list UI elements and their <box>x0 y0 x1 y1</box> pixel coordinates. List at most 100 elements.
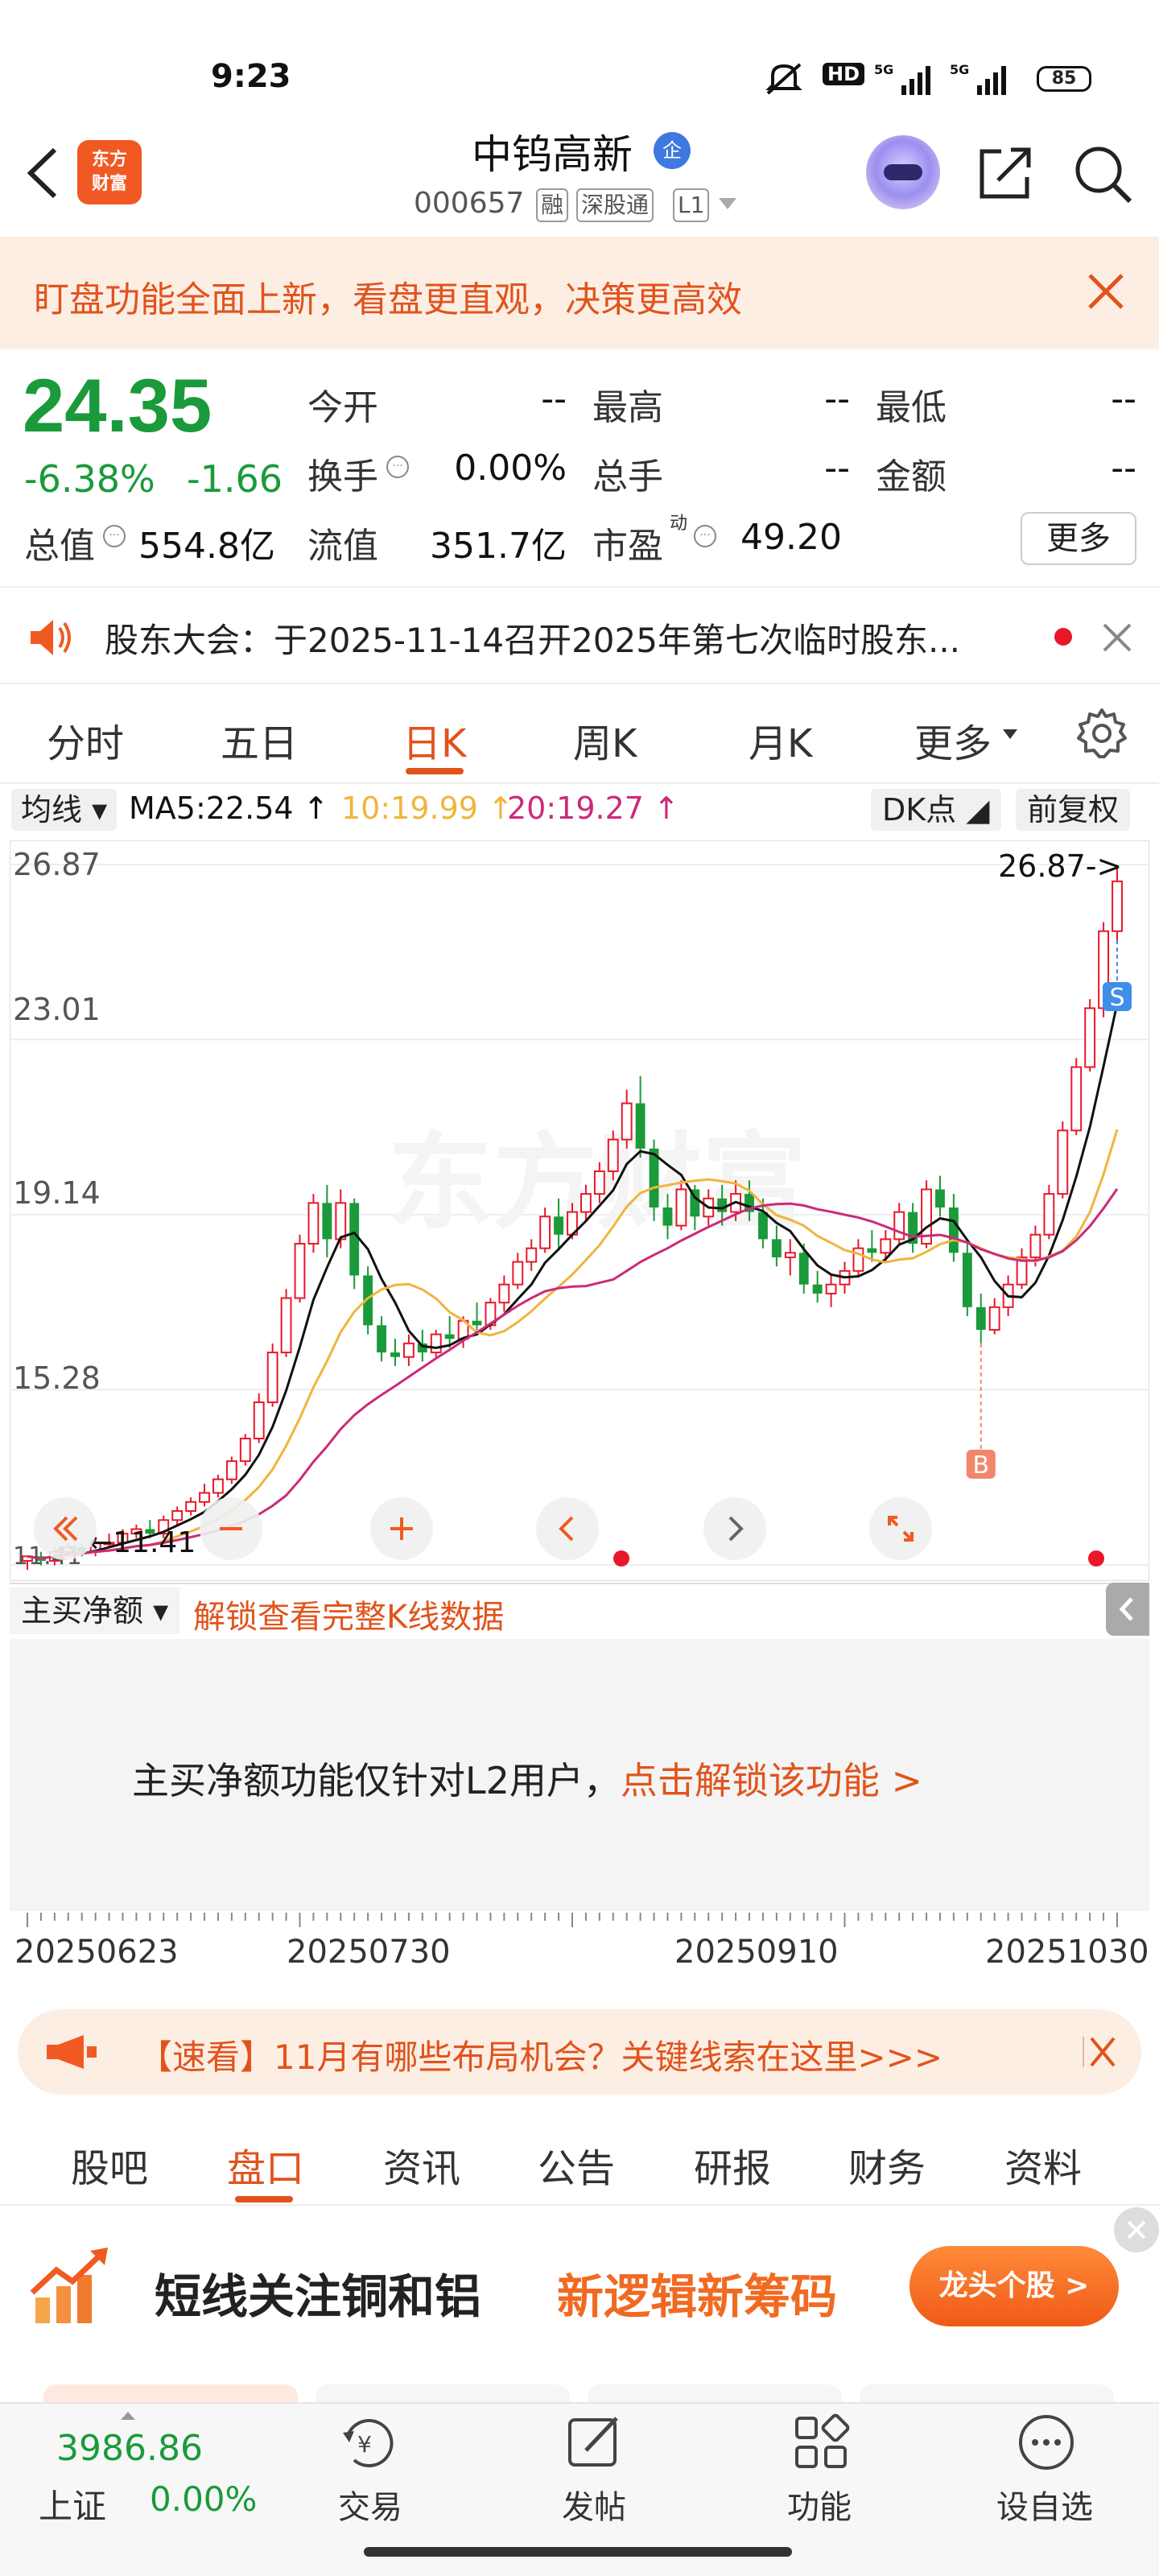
date-axis <box>27 1913 1118 1927</box>
step-right-button[interactable] <box>703 1497 766 1560</box>
candle <box>1084 999 1096 1072</box>
svg-text:5G: 5G <box>874 62 893 77</box>
info-icon[interactable]: ··· <box>103 525 126 547</box>
candle <box>962 1244 972 1317</box>
ad-cta-button[interactable]: 龙头个股 > <box>909 2246 1119 2326</box>
nav-trade-label[interactable]: 交易 <box>338 2481 402 2528</box>
nav-post-label[interactable]: 发帖 <box>562 2481 626 2528</box>
ad-title[interactable]: 短线关注铜和铝 <box>155 2259 481 2326</box>
tab-daily-k[interactable]: 日K <box>402 712 466 768</box>
total-cap-value: 554.8亿 <box>138 526 275 567</box>
battery-icon: 85 <box>1037 66 1091 92</box>
grid-icon[interactable] <box>790 2412 852 2473</box>
close-icon[interactable] <box>1082 267 1130 316</box>
nav-function-label[interactable]: 功能 <box>787 2481 852 2528</box>
index-name[interactable]: 上证 <box>39 2479 106 2529</box>
step-left-button[interactable] <box>536 1497 599 1560</box>
dk-point-button[interactable]: DK点 ◢ <box>871 789 1001 831</box>
change-percent: -6.38% <box>24 457 155 501</box>
trade-icon[interactable]: ¥ <box>338 2412 399 2473</box>
tab-financials[interactable]: 财务 <box>848 2136 926 2193</box>
back-icon[interactable] <box>23 145 64 201</box>
index-percent[interactable]: 0.00% <box>150 2479 257 2519</box>
ai-assistant-icon[interactable] <box>866 135 940 209</box>
tag-margin: 融 <box>536 188 569 222</box>
adjust-button[interactable]: 前复权 <box>1016 789 1131 831</box>
event-dot[interactable] <box>1088 1550 1104 1567</box>
low-value: -- <box>1111 378 1136 419</box>
tab-announcements[interactable]: 公告 <box>538 2136 615 2193</box>
close-icon[interactable] <box>1080 2033 1117 2070</box>
tab-five-day[interactable]: 五日 <box>221 712 298 768</box>
notice-text: 盯盘功能全面上新，看盘更直观，决策更高效 <box>34 279 742 320</box>
scroll-left-button[interactable] <box>34 1497 97 1560</box>
candle <box>225 1456 237 1484</box>
unlock-link[interactable]: 点击解锁该功能 > <box>621 1759 922 1802</box>
amount-label: 金额 <box>876 456 947 497</box>
tab-forum[interactable]: 股吧 <box>71 2136 148 2193</box>
fullscreen-button[interactable] <box>869 1497 932 1560</box>
x-tick-label: 20250730 <box>287 1934 451 1971</box>
float-cap-label: 流值 <box>307 526 378 567</box>
promo-banner[interactable]: 【速看】11月有哪些布局机会？关键线索在这里>>> <box>18 2009 1141 2095</box>
home-indicator[interactable] <box>364 2547 792 2557</box>
indicator-locked-message[interactable]: 主买净额功能仅针对L2用户，点击解锁该功能 > <box>132 1752 922 1805</box>
open-label: 今开 <box>307 387 378 428</box>
tab-news[interactable]: 资讯 <box>383 2136 460 2193</box>
close-icon[interactable] <box>1099 620 1135 655</box>
last-price: 24.35 <box>23 363 212 448</box>
event-dot[interactable] <box>613 1550 629 1567</box>
tab-intraday[interactable]: 分时 <box>47 712 124 768</box>
index-value[interactable]: 3986.86 <box>56 2428 203 2469</box>
high-value: -- <box>824 378 850 419</box>
chevron-up-icon[interactable] <box>121 2412 135 2420</box>
chevron-down-icon <box>1003 729 1017 739</box>
volume-label: 总手 <box>592 456 663 497</box>
candle <box>280 1289 292 1357</box>
announcement-bar[interactable]: 股东大会：于2025-11-14召开2025年第七次临时股东... <box>0 586 1159 684</box>
kline-chart[interactable]: 东方财富 BS <box>10 840 1149 1581</box>
tag-connect: 深股通 <box>576 188 654 222</box>
more-button[interactable]: 更多 <box>1021 512 1136 565</box>
x-tick-label: 20251030 <box>985 1934 1149 1971</box>
gear-icon[interactable] <box>1075 707 1128 760</box>
candle <box>349 1198 360 1290</box>
tab-weekly-k[interactable]: 周K <box>573 712 637 768</box>
search-icon[interactable] <box>1070 142 1135 206</box>
tab-monthly-k[interactable]: 月K <box>749 712 812 768</box>
amount-value: -- <box>1111 448 1136 489</box>
ma-type-select[interactable]: 均线 ▾ <box>11 789 118 831</box>
open-value: -- <box>541 378 567 419</box>
zoom-out-button[interactable] <box>200 1497 262 1560</box>
total-cap-label: 总值 <box>24 526 95 567</box>
more-icon[interactable] <box>1016 2412 1077 2473</box>
tab-research[interactable]: 研报 <box>694 2136 771 2193</box>
close-icon[interactable] <box>1114 2207 1159 2252</box>
float-cap-value: 351.7亿 <box>430 526 567 567</box>
ma5-value: MA5:22.54 ↑ <box>129 791 329 826</box>
tab-profile[interactable]: 资料 <box>1004 2136 1082 2193</box>
post-icon[interactable] <box>563 2412 625 2473</box>
brand-logo: 东方 财富 <box>77 140 142 204</box>
info-icon[interactable]: ··· <box>694 525 716 547</box>
ad-subtitle[interactable]: 新逻辑新筹码 <box>557 2259 837 2326</box>
candle <box>266 1343 278 1407</box>
promo-text: 【速看】11月有哪些布局机会？关键线索在这里>>> <box>138 2037 943 2077</box>
svg-text:¥: ¥ <box>357 2431 372 2458</box>
candle <box>294 1234 306 1303</box>
zoom-in-button[interactable] <box>370 1497 433 1560</box>
nav-watchlist-label[interactable]: 设自选 <box>996 2481 1093 2528</box>
active-tab-indicator <box>406 768 464 774</box>
chevron-down-icon[interactable] <box>719 198 736 209</box>
collapse-panel-button[interactable] <box>1106 1583 1149 1636</box>
hd-icon: HD <box>823 63 865 85</box>
indicator-select[interactable]: 主买净额 ▾ <box>10 1587 180 1634</box>
tab-orderbook[interactable]: 盘口 <box>227 2136 304 2193</box>
unlock-hint[interactable]: 解锁查看完整K线数据 <box>193 1591 504 1637</box>
tab-more[interactable]: 更多 <box>914 712 992 768</box>
info-icon[interactable]: ··· <box>386 456 409 478</box>
notice-banner[interactable]: 盯盘功能全面上新，看盘更直观，决策更高效 <box>0 237 1159 349</box>
speaker-icon <box>31 620 71 655</box>
share-icon[interactable] <box>972 142 1037 206</box>
period-tabs: 分时 五日 日K 周K 月K 更多 <box>0 687 1159 784</box>
